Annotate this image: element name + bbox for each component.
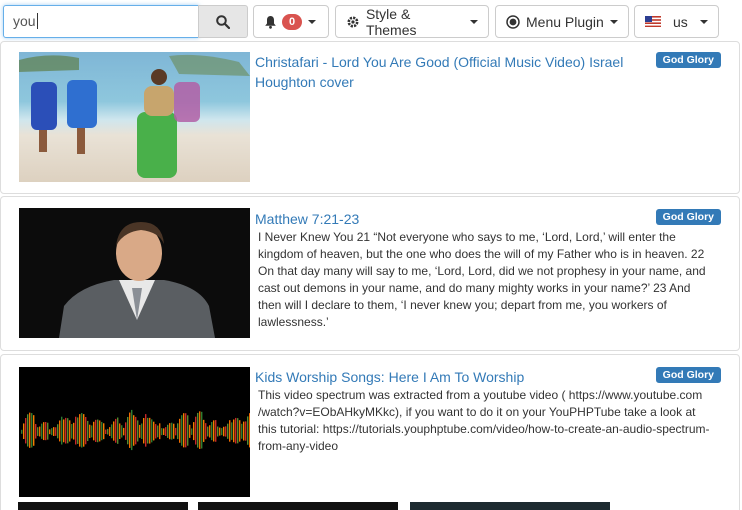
video-thumbnail[interactable] (198, 502, 398, 510)
video-title-link[interactable]: Kids Worship Songs: Here I Am To Worship (255, 367, 524, 387)
language-label: us (673, 13, 688, 30)
video-thumbnail[interactable] (19, 367, 250, 497)
category-label[interactable]: God Glory (655, 209, 721, 225)
video-description: I Never Knew You 21 “Not everyone who sa… (258, 230, 706, 329)
video-list-item[interactable]: Kids Worship Songs: Here I Am To Worship… (0, 354, 740, 510)
video-thumbnail[interactable] (19, 52, 250, 182)
chevron-down-icon (308, 19, 317, 24)
search-icon (216, 14, 230, 29)
category-label[interactable]: God Glory (655, 52, 721, 68)
video-description: This video spectrum was extracted from a… (258, 388, 710, 453)
dancers-image (19, 54, 250, 178)
video-title-link[interactable]: Christafari - Lord You Are Good (Officia… (255, 52, 647, 92)
chevron-down-icon (699, 19, 708, 24)
chevron-down-icon (609, 19, 618, 24)
menu-plugin-button[interactable]: Menu Plugin (495, 5, 629, 38)
video-title-link[interactable]: Matthew 7:21-23 (255, 209, 359, 229)
video-thumbnail[interactable] (19, 208, 250, 338)
style-themes-label: Style & Themes (365, 5, 417, 38)
bell-icon (265, 15, 276, 29)
search-button[interactable] (198, 5, 248, 38)
audio-spectrum-image (21, 409, 250, 451)
chevron-down-icon (470, 19, 478, 24)
video-list-item[interactable]: Christafari - Lord You Are Good (Officia… (0, 41, 740, 194)
notification-count-badge: 0 (282, 13, 303, 30)
menu-plugin-label: Menu Plugin (526, 13, 604, 30)
us-flag-icon (645, 16, 661, 27)
video-list-item[interactable]: Matthew 7:21-23 I Never Knew You 21 “Not… (0, 196, 740, 351)
search-input-value: you (13, 13, 36, 29)
language-button[interactable]: us (634, 5, 719, 38)
video-thumbnail[interactable] (410, 502, 610, 510)
category-label[interactable]: God Glory (655, 367, 721, 383)
video-thumbnail[interactable] (18, 502, 188, 510)
notifications-button[interactable]: 0 (253, 5, 329, 38)
record-icon (506, 14, 520, 29)
gear-icon (347, 16, 359, 27)
speaker-image (19, 208, 250, 338)
search-input[interactable]: you (3, 5, 199, 38)
style-themes-button[interactable]: Style & Themes (335, 5, 489, 38)
